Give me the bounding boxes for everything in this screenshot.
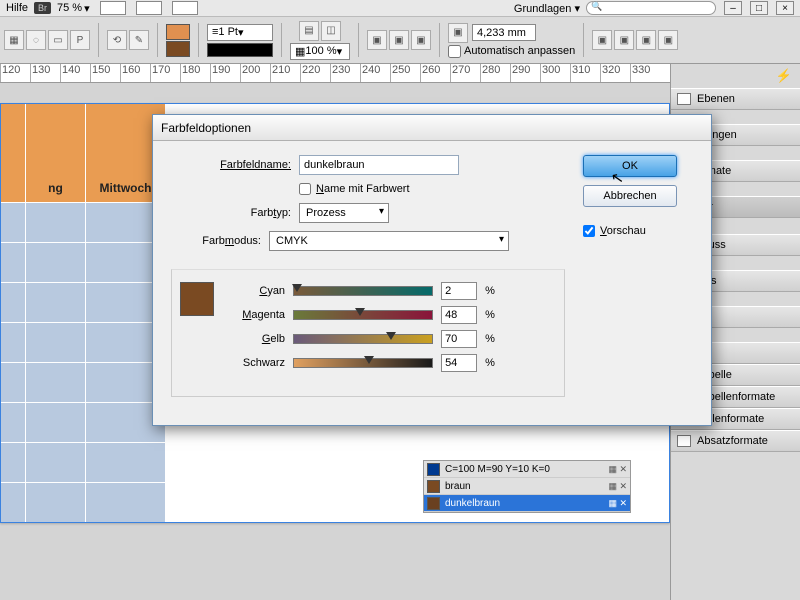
zoom-level[interactable]: 75 % ▾: [57, 2, 90, 15]
black-slider[interactable]: [293, 358, 433, 368]
type-tool-icon[interactable]: P: [70, 30, 90, 50]
frame-width-field[interactable]: 4,233 mm: [472, 24, 536, 41]
scale-field[interactable]: ▦ 100 % ▾: [290, 43, 350, 60]
black-value-input[interactable]: [441, 354, 477, 372]
magenta-slider[interactable]: [293, 310, 433, 320]
arrange-icon[interactable]: [172, 1, 198, 15]
view-options-icon[interactable]: [136, 1, 162, 15]
swatch-type-icon: ▦ ✕: [608, 498, 627, 509]
wrap-bound-icon[interactable]: ▣: [389, 30, 409, 50]
swatch-name: C=100 M=90 Y=10 K=0: [445, 464, 603, 475]
name-with-value-checkbox[interactable]: Name mit Farbwert: [299, 183, 410, 195]
panel-bolt-icon[interactable]: ⚡: [671, 64, 800, 88]
stroke-weight-field[interactable]: ≡ 1 Pt ▾: [207, 24, 273, 41]
swatch-name: dunkelbraun: [445, 498, 603, 509]
opacity-icon[interactable]: ◫: [321, 21, 341, 41]
swatch-row[interactable]: braun ▦ ✕: [424, 478, 630, 495]
swatch-name: braun: [445, 481, 603, 492]
fill-frame-icon[interactable]: ▣: [658, 30, 678, 50]
preview-checkbox[interactable]: Vorschau: [583, 225, 646, 237]
percent-sign: %: [485, 357, 495, 369]
swatch-color-icon: [427, 497, 440, 510]
selection-tool-icon[interactable]: ▦: [4, 30, 24, 50]
workspace-switcher[interactable]: Grundlagen ▾: [514, 2, 580, 15]
page-tool-icon[interactable]: ▭: [48, 30, 68, 50]
swatch-type-icon: ▦ ✕: [608, 464, 627, 475]
fit-content-icon[interactable]: ▣: [592, 30, 612, 50]
horizontal-ruler: 1201301401501601701801902002102202302402…: [0, 64, 670, 83]
wrap-none-icon[interactable]: ▣: [367, 30, 387, 50]
maximize-button[interactable]: □: [750, 1, 768, 15]
swatch-row[interactable]: dunkelbraun ▦ ✕: [424, 495, 630, 512]
minimize-button[interactable]: –: [724, 1, 742, 15]
menu-bar: Hilfe Br 75 % ▾ Grundlagen ▾ – □ ×: [0, 0, 800, 17]
magenta-value-input[interactable]: [441, 306, 477, 324]
panel-label: Ebenen: [697, 93, 735, 105]
percent-sign: %: [485, 333, 495, 345]
swatch-name-input[interactable]: [299, 155, 459, 175]
cyan-value-input[interactable]: [441, 282, 477, 300]
yellow-slider[interactable]: [293, 334, 433, 344]
swatch-type-icon: ▦ ✕: [608, 481, 627, 492]
swatch-options-dialog: Farbfeldoptionen Farbfeldname: Name mit …: [152, 114, 712, 426]
swatch-color-icon: [427, 463, 440, 476]
search-input[interactable]: [586, 1, 716, 15]
stroke-style-field[interactable]: [207, 43, 273, 57]
color-mode-label: Farbmodus:: [171, 235, 261, 247]
cyan-slider[interactable]: [293, 286, 433, 296]
color-type-label: Farbtyp:: [171, 207, 291, 219]
fill-swatch[interactable]: [166, 24, 190, 40]
dialog-title: Farbfeldoptionen: [153, 115, 711, 141]
close-button[interactable]: ×: [776, 1, 794, 15]
fill-stroke-swatch[interactable]: [166, 24, 190, 57]
color-sliders-group: Cyan % Magenta % Gelb: [171, 269, 565, 397]
direct-select-icon[interactable]: ◌: [26, 30, 46, 50]
wrap-shape-icon[interactable]: ▣: [411, 30, 431, 50]
stroke-swatch[interactable]: [166, 41, 190, 57]
anchor-tool-icon[interactable]: ⟲: [107, 30, 127, 50]
panel-label: Absatzformate: [697, 435, 768, 447]
color-mode-combo[interactable]: CMYK: [269, 231, 509, 251]
link-tool-icon[interactable]: ✎: [129, 30, 149, 50]
day-header: ng: [26, 174, 86, 202]
fit-frame-icon[interactable]: ▣: [614, 30, 634, 50]
color-type-combo[interactable]: Prozess: [299, 203, 389, 223]
screen-mode-icon[interactable]: [100, 1, 126, 15]
color-preview-swatch: [180, 282, 214, 316]
panel-tab[interactable]: Absatzformate: [671, 430, 800, 452]
swatch-color-icon: [427, 480, 440, 493]
menu-help[interactable]: Hilfe: [6, 2, 28, 14]
percent-sign: %: [485, 309, 495, 321]
frame-crop-icon[interactable]: ▣: [448, 23, 468, 43]
panel-tab[interactable]: Ebenen: [671, 88, 800, 110]
swatches-panel[interactable]: C=100 M=90 Y=10 K=0▦ ✕braun▦ ✕dunkelbrau…: [423, 460, 631, 513]
swatch-row[interactable]: C=100 M=90 Y=10 K=0 ▦ ✕: [424, 461, 630, 478]
auto-fit-checkbox[interactable]: Automatisch anpassen: [448, 45, 575, 58]
cancel-button[interactable]: Abbrechen: [583, 185, 677, 207]
ok-button[interactable]: OK: [583, 155, 677, 177]
center-content-icon[interactable]: ▣: [636, 30, 656, 50]
panel-icon: [677, 435, 691, 447]
yellow-value-input[interactable]: [441, 330, 477, 348]
panel-icon: [677, 93, 691, 105]
percent-sign: %: [485, 285, 495, 297]
name-label: Farbfeldname:: [171, 159, 291, 171]
bridge-button[interactable]: Br: [34, 2, 51, 14]
control-toolbar: ▦ ◌ ▭ P ⟲ ✎ ≡ 1 Pt ▾ ▤◫ ▦ 100 % ▾ ▣ ▣ ▣ …: [0, 17, 800, 64]
fx-icon[interactable]: ▤: [299, 21, 319, 41]
